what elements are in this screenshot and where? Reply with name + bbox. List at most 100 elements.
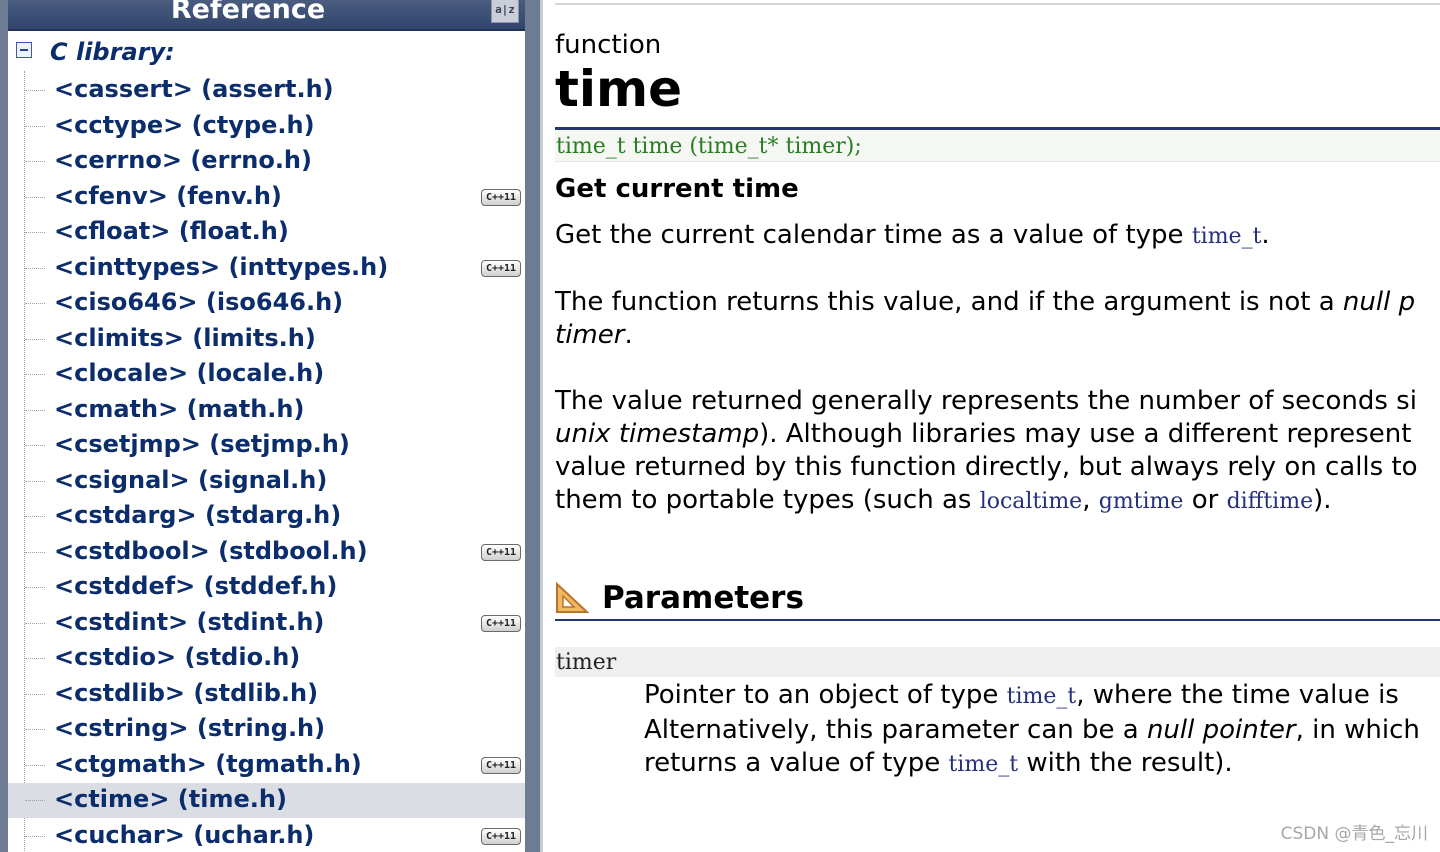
- entity-kind: function: [555, 30, 662, 60]
- sidebar-item[interactable]: <cstdint> (stdint.h) C++11: [8, 606, 525, 641]
- sidebar-item-label[interactable]: <csetjmp> (setjmp.h): [54, 430, 350, 458]
- parameters-heading: Parameters: [602, 580, 804, 616]
- sidebar-item-label[interactable]: <ciso646> (iso646.h): [54, 288, 343, 316]
- sidebar-item-label[interactable]: <cstdarg> (stdarg.h): [54, 501, 341, 529]
- sidebar-item[interactable]: <cstddef> (stddef.h): [8, 570, 525, 605]
- sidebar-item[interactable]: <clocale> (locale.h): [8, 357, 525, 392]
- tree-connector: [25, 409, 45, 411]
- param-desc-line2-end: , in which: [1295, 714, 1420, 745]
- tree-connector: [25, 303, 45, 304]
- sidebar-item[interactable]: <cstdbool> (stdbool.h) C++11: [8, 535, 525, 570]
- sidebar-item[interactable]: <cstdio> (stdio.h): [8, 641, 525, 676]
- tree-connector: [25, 232, 45, 233]
- sidebar-item[interactable]: <cuchar> (uchar.h) C++11: [8, 819, 525, 852]
- difftime-link[interactable]: difftime: [1227, 489, 1314, 514]
- p3-sep1: ,: [1082, 485, 1099, 515]
- p1-text: Get the current calendar time as a value…: [555, 220, 1192, 250]
- collapse-icon[interactable]: [16, 42, 32, 58]
- p3-line3: value returned by this function directly…: [555, 452, 1418, 482]
- sidebar-item[interactable]: <cfenv> (fenv.h) C++11: [8, 180, 525, 215]
- tree-connector: [25, 693, 45, 695]
- parameter-row: timer: [555, 647, 1440, 677]
- tree-connector: [25, 196, 45, 198]
- description-paragraph-1: Get the current calendar time as a value…: [555, 219, 1270, 253]
- sidebar-item[interactable]: <ctgmath> (tgmath.h) C++11: [8, 748, 525, 783]
- sidebar-item-label[interactable]: <cerrno> (errno.h): [54, 146, 312, 174]
- prototype-box: time_t time (time_t* timer);: [555, 131, 1440, 162]
- sidebar-item-label[interactable]: <csignal> (signal.h): [54, 466, 327, 494]
- sidebar-item-label[interactable]: <clocale> (locale.h): [54, 359, 324, 387]
- tree-connector: [25, 267, 45, 269]
- library-tree: C library: <cassert> (assert.h) <cctype> …: [8, 31, 525, 852]
- sidebar-item[interactable]: <ciso646> (iso646.h): [8, 286, 525, 321]
- localtime-link[interactable]: localtime: [980, 489, 1083, 514]
- sidebar-item-label[interactable]: <cassert> (assert.h): [54, 75, 334, 103]
- sidebar-item-label[interactable]: <cfenv> (fenv.h): [54, 182, 282, 210]
- sidebar-item[interactable]: <cmath> (math.h): [8, 393, 525, 428]
- p3-line4: them to portable types (such as: [555, 485, 980, 515]
- sidebar-item[interactable]: <cfloat> (float.h): [8, 215, 525, 250]
- sidebar-item[interactable]: <cstdlib> (stdlib.h): [8, 677, 525, 712]
- sidebar-item[interactable]: <csetjmp> (setjmp.h): [8, 428, 525, 463]
- sidebar-item-label[interactable]: <climits> (limits.h): [54, 324, 316, 352]
- tree-connector: [25, 729, 45, 730]
- sidebar-item[interactable]: <cassert> (assert.h): [8, 73, 525, 108]
- sidebar-item-label[interactable]: <cinttypes> (inttypes.h): [54, 253, 388, 281]
- page-title: time: [555, 60, 683, 118]
- tree-connector: [25, 90, 45, 91]
- parameter-description: Pointer to an object of type time_t, whe…: [644, 679, 1420, 782]
- set-square-icon: [556, 582, 589, 613]
- param-desc-line1: Pointer to an object of type: [644, 680, 1007, 710]
- sidebar-item[interactable]: <climits> (limits.h): [8, 322, 525, 357]
- sidebar-item[interactable]: <cinttypes> (inttypes.h) C++11: [8, 251, 525, 286]
- p3-line2-rest: ). Although libraries may use a differen…: [759, 419, 1412, 449]
- sidebar-item-label[interactable]: <ctgmath> (tgmath.h): [54, 750, 362, 778]
- tree-connector: [25, 835, 45, 837]
- sidebar-item-label[interactable]: <cmath> (math.h): [54, 395, 304, 423]
- sidebar-item-label[interactable]: <cstring> (string.h): [54, 714, 325, 742]
- tree-connector: [25, 587, 45, 588]
- tree-connector: [25, 658, 45, 659]
- sidebar-title: Reference: [170, 0, 326, 25]
- sidebar-header: Reference a|z: [8, 0, 525, 31]
- tree-connector: [25, 125, 45, 127]
- prototype-divider: [555, 127, 1440, 130]
- cpp11-badge: C++11: [481, 614, 521, 632]
- sidebar-item-label[interactable]: <cstdint> (stdint.h): [54, 608, 324, 636]
- sidebar-item-label[interactable]: <ctime> (time.h): [54, 785, 287, 813]
- reference-sidebar: Reference a|z C library: <cassert> (asse…: [0, 0, 540, 852]
- gmtime-link[interactable]: gmtime: [1099, 489, 1184, 514]
- sidebar-item-label[interactable]: <cstddef> (stddef.h): [54, 572, 337, 600]
- param-desc-line2-em: null pointer: [1146, 714, 1296, 745]
- time-t-link-3[interactable]: time_t: [948, 752, 1018, 777]
- param-desc-line3: returns a value of type: [644, 748, 949, 778]
- p2-line1: The function returns this value, and if …: [555, 287, 1343, 317]
- tree-connector: [25, 445, 45, 446]
- sidebar-item-label[interactable]: <cstdlib> (stdlib.h): [54, 679, 318, 707]
- tree-root-c-library[interactable]: C library:: [8, 37, 525, 69]
- cpp11-badge: C++11: [481, 827, 521, 845]
- p3-sep2: or: [1183, 485, 1227, 515]
- sidebar-item-label[interactable]: <cuchar> (uchar.h): [54, 821, 314, 849]
- sort-az-icon[interactable]: a|z: [491, 0, 519, 23]
- p3-line2-em: unix timestamp: [555, 419, 760, 449]
- sidebar-item-label[interactable]: <cstdbool> (stdbool.h): [54, 537, 368, 565]
- p2-line2-end: .: [624, 320, 633, 350]
- sidebar-item-label[interactable]: <cstdio> (stdio.h): [54, 643, 300, 671]
- time-t-link-2[interactable]: time_t: [1007, 684, 1077, 709]
- tree-root-label[interactable]: C library:: [50, 38, 175, 66]
- time-t-link[interactable]: time_t: [1192, 224, 1262, 249]
- param-desc-line2: Alternatively, this parameter can be a: [644, 714, 1147, 745]
- sidebar-item[interactable]: <cstdarg> (stdarg.h): [8, 499, 525, 534]
- tree-connector: [25, 374, 45, 375]
- sidebar-item[interactable]: <cerrno> (errno.h): [8, 144, 525, 179]
- sidebar-item[interactable]: <cctype> (ctype.h): [8, 109, 525, 144]
- sidebar-item[interactable]: <csignal> (signal.h): [8, 464, 525, 499]
- cpp11-badge: C++11: [481, 543, 521, 561]
- sidebar-item-label[interactable]: <cfloat> (float.h): [54, 217, 289, 245]
- sidebar-item-label[interactable]: <cctype> (ctype.h): [54, 111, 315, 139]
- description-paragraph-3: The value returned generally represents …: [555, 385, 1418, 518]
- sidebar-item[interactable]: <ctime> (time.h): [8, 783, 525, 818]
- sidebar-item[interactable]: <cstring> (string.h): [8, 712, 525, 747]
- description-paragraph-2: The function returns this value, and if …: [555, 286, 1415, 352]
